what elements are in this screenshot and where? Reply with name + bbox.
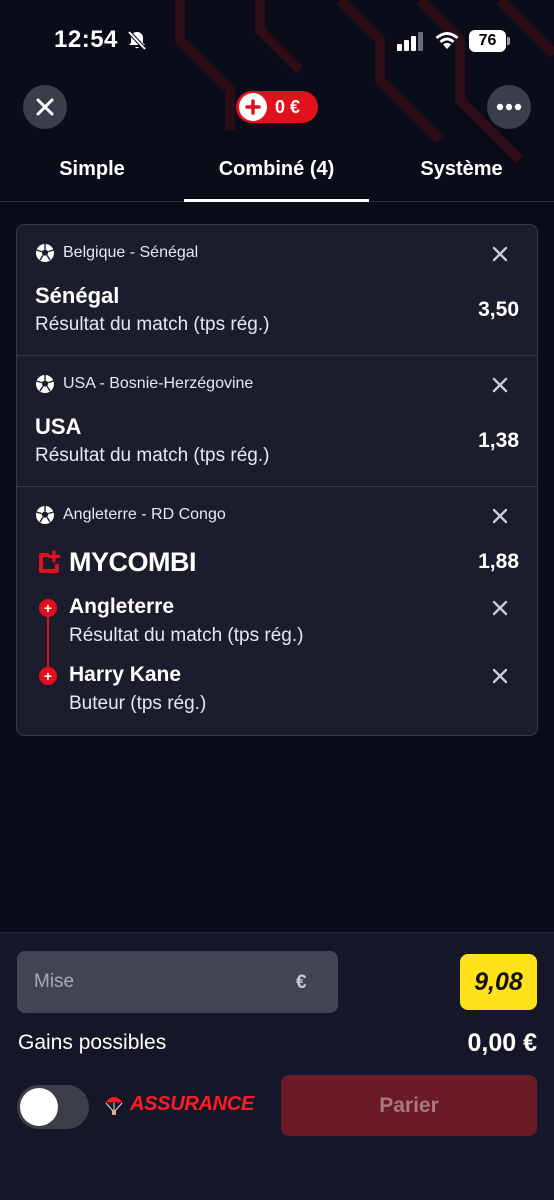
soccer-ball-icon	[36, 244, 54, 262]
close-button[interactable]	[23, 85, 67, 129]
bet-summary-panel: € 9,08 Gains possibles 0,00 € ASSURANCE …	[0, 932, 554, 1200]
bet-item: Belgique - Sénégal Sénégal Résultat du m…	[17, 225, 537, 356]
bet-odds[interactable]: 1,88	[478, 550, 519, 574]
mycombi-header: MYCOMBI	[35, 547, 197, 578]
battery-indicator: 76	[469, 30, 506, 52]
remove-leg-icon[interactable]	[491, 599, 509, 617]
status-time: 12:54	[54, 26, 118, 53]
status-bar: 12:54 76	[0, 0, 554, 80]
more-dots-icon	[496, 103, 522, 111]
bet-match: USA - Bosnie-Herzégovine	[35, 374, 253, 394]
balance-amount: 0 €	[275, 96, 301, 117]
bet-odds[interactable]: 3,50	[478, 298, 519, 322]
plus-icon	[239, 93, 267, 121]
insurance-label: ASSURANCE	[130, 1093, 254, 1115]
bet-selection: Sénégal	[35, 283, 120, 308]
combi-leg-market: Buteur (tps rég.)	[69, 693, 207, 714]
bet-match: Belgique - Sénégal	[35, 243, 198, 263]
combi-leg-plus-icon: +	[39, 599, 57, 617]
bet-selection: USA	[35, 414, 82, 439]
bell-muted-icon	[127, 30, 147, 51]
bet-match-label: Belgique - Sénégal	[63, 244, 199, 261]
place-bet-button[interactable]: Parier	[281, 1075, 537, 1136]
soccer-ball-icon	[36, 506, 54, 524]
cellular-signal-icon	[397, 32, 423, 51]
bet-odds[interactable]: 1,38	[478, 429, 519, 453]
battery-nub	[507, 37, 510, 45]
bet-market: Résultat du match (tps rég.)	[35, 314, 270, 335]
potential-winnings-value: 0,00 €	[467, 1029, 537, 1057]
remove-bet-icon[interactable]	[491, 507, 509, 525]
stake-input[interactable]	[17, 951, 338, 1013]
mycombi-logo-icon	[39, 549, 61, 573]
bet-match-label: USA - Bosnie-Herzégovine	[63, 375, 254, 392]
close-icon	[36, 98, 54, 116]
remove-bet-icon[interactable]	[491, 376, 509, 394]
tab-simple[interactable]: Simple	[0, 158, 184, 181]
more-options-button[interactable]	[487, 85, 531, 129]
mycombi-label: MYCOMBI	[69, 547, 197, 577]
remove-bet-icon[interactable]	[491, 245, 509, 263]
combi-leg-market: Résultat du match (tps rég.)	[69, 625, 304, 646]
bet-item: USA - Bosnie-Herzégovine USA Résultat du…	[17, 356, 537, 487]
parachute-icon	[105, 1096, 123, 1115]
remove-leg-icon[interactable]	[491, 667, 509, 685]
soccer-ball-icon	[36, 375, 54, 393]
bet-item-mycombi: Angleterre - RD Congo MYCOMBI 1,88 + Ang…	[17, 487, 537, 735]
bet-slip-list: Belgique - Sénégal Sénégal Résultat du m…	[16, 224, 538, 736]
bet-match: Angleterre - RD Congo	[35, 505, 226, 525]
currency-symbol: €	[296, 972, 307, 993]
combi-leg-selection: Harry Kane	[69, 663, 182, 686]
combi-leg-selection: Angleterre	[69, 595, 175, 618]
toggle-knob	[20, 1088, 58, 1126]
balance-badge[interactable]: 0 €	[236, 91, 318, 123]
tab-combine[interactable]: Combiné (4)	[184, 158, 369, 181]
insurance-toggle[interactable]	[17, 1085, 89, 1129]
active-tab-indicator	[184, 199, 369, 202]
bet-market: Résultat du match (tps rég.)	[35, 445, 270, 466]
potential-winnings-label: Gains possibles	[18, 1031, 167, 1054]
wifi-icon	[435, 32, 459, 49]
bet-type-tabs: Simple Combiné (4) Système	[0, 150, 554, 202]
total-odds-badge: 9,08	[460, 954, 537, 1010]
bet-match-label: Angleterre - RD Congo	[63, 506, 226, 523]
insurance-label-group: ASSURANCE	[104, 1093, 254, 1116]
tab-systeme[interactable]: Système	[369, 158, 554, 181]
combi-leg-plus-icon: +	[39, 667, 57, 685]
